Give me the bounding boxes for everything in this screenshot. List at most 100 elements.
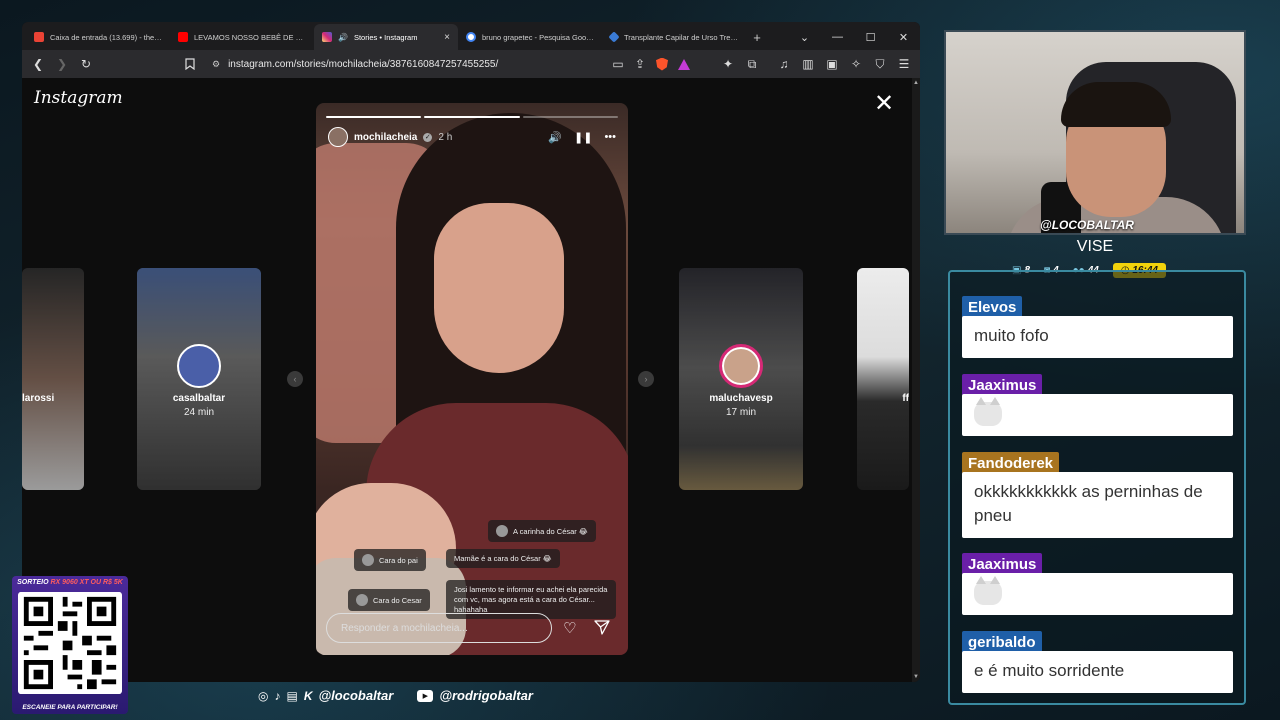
close-window-button[interactable]: ✕ [887, 31, 920, 44]
story-thumb-casalbaltar[interactable]: casalbaltar 24 min [137, 268, 261, 490]
story-thumb-time: 17 min [725, 407, 756, 418]
scroll-up-icon[interactable]: ▲ [913, 80, 919, 86]
volume-icon[interactable]: 🔊 [548, 131, 562, 144]
forward-button[interactable]: ❯ [52, 54, 72, 74]
send-icon[interactable] [594, 619, 610, 635]
cat-emote-icon [974, 576, 1002, 605]
tab-google[interactable]: bruno grapetec - Pesquisa Google [458, 24, 602, 50]
story-thumb-ff[interactable]: ff [857, 268, 909, 490]
story-thumb-maluchavesp[interactable]: maluchavesp 17 min [679, 268, 803, 490]
giveaway-qr-panel: SORTEIO RX 9060 XT OU R$ 5K ESCANEIE PAR… [12, 576, 128, 714]
reload-button[interactable]: ↻ [76, 54, 96, 74]
verified-icon: ✓ [423, 132, 433, 142]
avatar [177, 344, 221, 388]
new-tab-button[interactable]: + [746, 24, 768, 50]
chat-message: okkkkkkkkkkk as perninhas de pneu [962, 472, 1233, 538]
tab-instagram[interactable]: 🔊 Stories • Instagram × [314, 24, 458, 50]
qr-code[interactable] [18, 592, 122, 694]
more-options-icon[interactable]: ••• [604, 131, 616, 143]
story-thumb-time: 24 min [183, 407, 214, 418]
screenshot-icon[interactable]: ⧉ [742, 54, 762, 74]
window-controls: ⌄ — ☐ ✕ [788, 24, 920, 50]
story-thumb-username: maluchavesp [709, 393, 773, 404]
kick-icon: K [303, 688, 313, 703]
tab-gmail[interactable]: Caixa de entrada (13.699) - thebalt [26, 24, 170, 50]
back-button[interactable]: ❮ [28, 54, 48, 74]
story-thumb-larossi[interactable]: larossi [22, 268, 84, 490]
chat-username: Elevos [962, 296, 1023, 318]
youtube-icon: ▶ [417, 689, 434, 702]
social-handles: ◎ ♪ ▤ K @locobaltar ▶ @rodrigobaltar [258, 688, 533, 703]
cast-icon[interactable]: ▭ [608, 54, 628, 74]
social-handle-rodrigobaltar: @rodrigobaltar [439, 688, 533, 703]
tab-bar: Caixa de entrada (13.699) - thebalt LEVA… [22, 22, 920, 50]
avatar [356, 594, 368, 606]
previous-story-button[interactable]: ‹ [287, 371, 303, 387]
comment-sticker: A carinha do César 😂 [488, 520, 596, 542]
story-thumb-username: larossi [22, 393, 55, 404]
wallet-icon[interactable]: ▣ [822, 54, 842, 74]
reply-input[interactable]: Responder a mochilacheia... [326, 613, 552, 643]
story-header: mochilacheia ✓ 2 h 🔊 ❚❚ ••• [328, 127, 616, 147]
bing-icon [608, 31, 620, 43]
chat-message [962, 394, 1233, 436]
instagram-story-viewer: Instagram ✕ larossi casalbaltar 24 min ‹ [22, 78, 912, 682]
chat-username: Jaaximus [962, 374, 1043, 396]
chat-username: geribaldo [962, 631, 1042, 653]
instagram-logo[interactable]: Instagram [34, 88, 123, 108]
avatar[interactable] [328, 127, 348, 147]
close-viewer-button[interactable]: ✕ [874, 92, 894, 116]
instagram-icon [322, 32, 332, 42]
maximize-button[interactable]: ☐ [854, 31, 887, 44]
next-story-button[interactable]: › [638, 371, 654, 387]
story-photo [434, 203, 564, 373]
bookmark-icon[interactable] [180, 54, 200, 74]
story-main[interactable]: mochilacheia ✓ 2 h 🔊 ❚❚ ••• A carinha do… [316, 103, 628, 655]
minimize-button[interactable]: — [821, 31, 854, 43]
streamer-name: VISE [1076, 238, 1114, 255]
close-tab-icon[interactable]: × [444, 32, 450, 43]
comment-sticker: Mamãe é a cara do César 😂 [446, 549, 560, 568]
tab-list-button[interactable]: ⌄ [788, 31, 821, 44]
browser-toolbar: ❮ ❯ ↻ ⚙ instagram.com/stories/mochilache… [22, 50, 920, 78]
tiktok-icon: ♪ [274, 688, 281, 703]
youtube-icon [178, 32, 188, 42]
google-icon [466, 32, 476, 42]
streamer-handle: @LOCOBALTAR [1040, 218, 1134, 232]
url-text: instagram.com/stories/mochilacheia/38761… [228, 58, 499, 70]
site-info-icon[interactable]: ⚙ [212, 59, 220, 70]
twitch-icon: ▤ [286, 688, 298, 703]
comment-sticker: Cara do pai [354, 549, 426, 571]
story-thumb-username: ff [902, 393, 909, 404]
sidebar-icon[interactable]: ▥ [798, 54, 818, 74]
social-handle-locobaltar: @locobaltar [318, 688, 394, 703]
share-icon[interactable]: ⇪ [630, 54, 650, 74]
scroll-down-icon[interactable]: ▼ [913, 674, 919, 680]
like-heart-icon[interactable]: ♡ [563, 619, 576, 637]
speaker-icon[interactable]: 🔊 [338, 33, 348, 42]
leo-ai-icon[interactable]: ✧ [846, 54, 866, 74]
extensions-icon[interactable]: ✦ [718, 54, 738, 74]
chat-message: e é muito sorridente [962, 651, 1233, 693]
pause-icon[interactable]: ❚❚ [574, 131, 592, 144]
instagram-icon: ◎ [258, 688, 269, 703]
vpn-icon[interactable]: ⛉ [870, 54, 890, 74]
page-scrollbar[interactable]: ▲ ▼ [912, 78, 920, 682]
giveaway-title: SORTEIO RX 9060 XT OU R$ 5K [17, 579, 123, 586]
menu-icon[interactable]: ☰ [894, 54, 914, 74]
chat-message: muito fofo [962, 316, 1233, 358]
brave-rewards-icon[interactable] [674, 54, 694, 74]
tab-bing[interactable]: Transplante Capilar de Urso Trevo [602, 24, 746, 50]
address-bar[interactable]: ⚙ instagram.com/stories/mochilacheia/387… [204, 53, 702, 75]
chat-username: Jaaximus [962, 553, 1043, 575]
media-icon[interactable]: ♫ [774, 54, 794, 74]
browser-window: Caixa de entrada (13.699) - thebalt LEVA… [22, 22, 920, 682]
story-progress [326, 116, 618, 118]
tab-youtube[interactable]: LEVAMOS NOSSO BEBÊ DE 5 MESE [170, 24, 314, 50]
story-time: 2 h [438, 131, 453, 143]
brave-shields-icon[interactable] [652, 54, 672, 74]
story-thumb-username: casalbaltar [172, 393, 226, 404]
story-username[interactable]: mochilacheia [354, 132, 417, 143]
comment-sticker: Cara do Cesar [348, 589, 430, 611]
webcam-feed [944, 30, 1246, 235]
